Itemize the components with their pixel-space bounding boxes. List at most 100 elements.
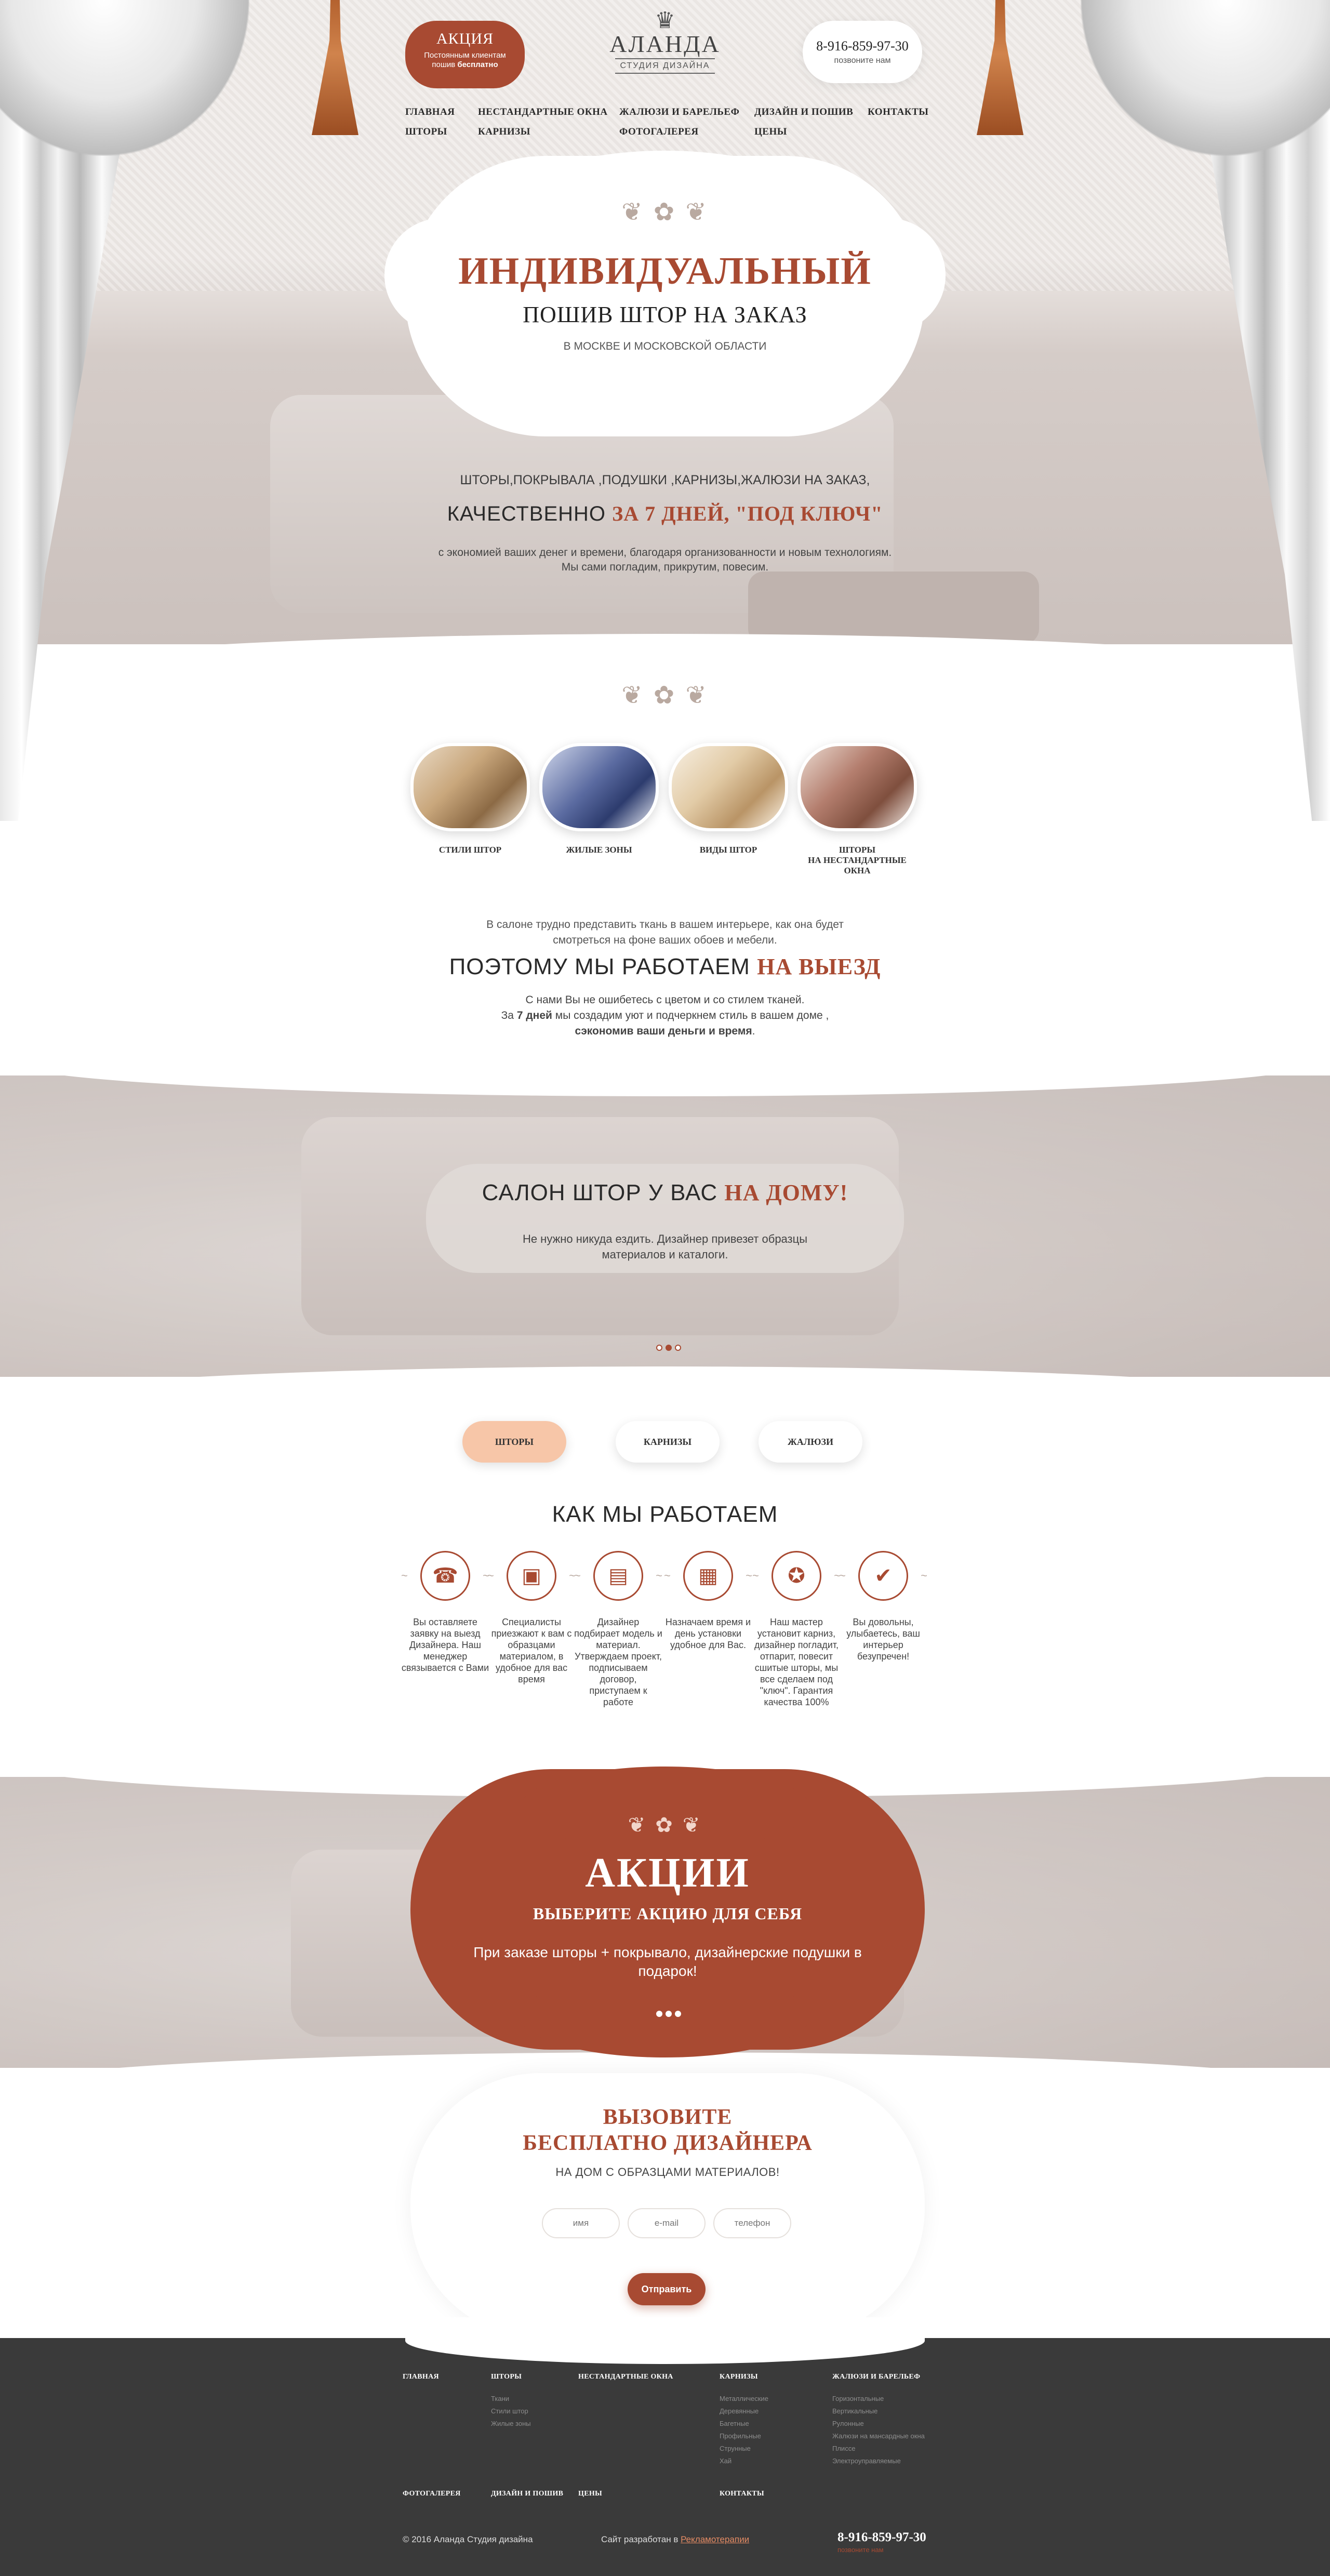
slider-dot[interactable] (656, 2011, 662, 2017)
salon-text-line2: материалов и каталоги. (602, 1248, 728, 1261)
footer-sublink[interactable]: Стили штор (491, 2405, 531, 2418)
footer-link-prices[interactable]: ЦЕНЫ (578, 2490, 602, 2498)
phone-field[interactable] (713, 2208, 791, 2238)
slider-dot-active[interactable] (666, 2011, 672, 2017)
promo-badge[interactable]: АКЦИЯ Постоянным клиентам пошив бесплатн… (405, 21, 525, 88)
footer-sublink[interactable]: Вертикальные (832, 2405, 925, 2418)
promo-badge-line2: пошив (432, 60, 458, 69)
category-curtain-types[interactable]: ВИДЫ ШТОР (666, 743, 791, 855)
intro-heading-accent: НА ВЫЕЗД (757, 954, 881, 979)
slider-dot[interactable] (675, 2011, 681, 2017)
how-step-2: ▣ Специалисты приезжают к вам с образцам… (487, 1551, 576, 1685)
category-label: ВИДЫ ШТОР (699, 845, 757, 855)
intro-text-line2: смотреться на фоне ваших обоев и мебели. (553, 934, 777, 946)
footer-link-blinds[interactable]: ЖАЛЮЗИ И БАРЕЛЬЕФ (832, 2373, 920, 2381)
tab-curtains[interactable]: ШТОРЫ (462, 1421, 566, 1463)
category-nonstandard-windows[interactable]: ШТОРЫ НА НЕСТАНДАРТНЫЕ ОКНА (795, 743, 920, 876)
slider-dot-active[interactable] (666, 1345, 672, 1351)
how-step-5: ✪ Наш мастер установит карниз, дизайнер … (752, 1551, 841, 1708)
intro-paragraph-line2: За 7 дней мы создадим уют и подчеркнем с… (405, 1008, 925, 1024)
footer-sublink[interactable]: Багетные (720, 2418, 768, 2430)
submit-button[interactable]: Отправить (628, 2273, 706, 2305)
footer-sublink[interactable]: Плиссе (832, 2442, 925, 2455)
nav-blinds[interactable]: ЖАЛЮЗИ И БАРЕЛЬЕФ (619, 107, 739, 126)
footer-link-gallery[interactable]: ФОТОГАЛЕРЕЯ (403, 2490, 461, 2498)
nav-col-2: НЕСТАНДАРТНЫЕ ОКНА КАРНИЗЫ (478, 107, 608, 146)
slider-dot[interactable] (675, 1345, 681, 1351)
ornament-icon: ❦ ✿ ❦ (628, 1814, 702, 1837)
logo-subtitle: СТУДИЯ ДИЗАЙНА (615, 58, 715, 74)
tab-blinds[interactable]: ЖАЛЮЗИ (759, 1421, 862, 1463)
footer-link-home[interactable]: ГЛАВНАЯ (403, 2373, 439, 2381)
crown-icon: ♛ (655, 8, 675, 33)
hero-subtitle: ПОШИВ ШТОР НА ЗАКАЗ (523, 302, 807, 327)
footer-sublink[interactable]: Рулонные (832, 2418, 925, 2430)
logo[interactable]: ♛ АЛАНДА СТУДИЯ ДИЗАЙНА (577, 9, 753, 87)
how-step-text: Специалисты приезжают к вам с образцами … (491, 1617, 572, 1684)
promo-cloud-puff (520, 1767, 810, 1850)
intro-heading-prefix: ПОЭТОМУ МЫ РАБОТАЕМ (449, 954, 757, 979)
hero-description-line2: Мы сами погладим, прикрутим, повесим. (561, 561, 769, 573)
nav-design[interactable]: ДИЗАЙН И ПОШИВ (754, 107, 853, 126)
name-field[interactable] (542, 2208, 620, 2238)
hero-products-list: ШТОРЫ,ПОКРЫВАЛА ,ПОДУШКИ ,КАРНИЗЫ,ЖАЛЮЗИ… (460, 473, 870, 487)
nav-prices[interactable]: ЦЕНЫ (754, 126, 853, 146)
footer-sublink[interactable]: Металлические (720, 2393, 768, 2405)
category-living-zones[interactable]: ЖИЛЫЕ ЗОНЫ (537, 743, 661, 855)
nav-nonstandard-windows[interactable]: НЕСТАНДАРТНЫЕ ОКНА (478, 107, 608, 126)
email-field[interactable] (628, 2208, 706, 2238)
intro-paragraph: С нами Вы не ошибетесь с цветом и со сти… (405, 992, 925, 1039)
ornament-icon: ❦ ✿ ❦ (621, 682, 709, 709)
nav-contacts[interactable]: КОНТАКТЫ (868, 107, 928, 126)
salon-slider-dots (656, 1345, 681, 1351)
footer-link-contacts[interactable]: КОНТАКТЫ (720, 2490, 764, 2498)
promo-badge-title: АКЦИЯ (436, 30, 494, 47)
nav-gallery[interactable]: ФОТОГАЛЕРЕЯ (619, 126, 739, 146)
how-step-3: ▤ Дизайнер подбирает модель и материал. … (574, 1551, 662, 1708)
footer-blinds-list: Горизонтальные Вертикальные Рулонные Жал… (832, 2393, 925, 2467)
footer-sublink[interactable]: Ткани (491, 2393, 531, 2405)
footer-sublink[interactable]: Жалюзи на мансардные окна (832, 2430, 925, 2442)
footer-sublink[interactable]: Профильные (720, 2430, 768, 2442)
promo-subtitle: ВЫБЕРИТЕ АКЦИЮ ДЛЯ СЕБЯ (533, 1904, 803, 1923)
tab-cornices[interactable]: КАРНИЗЫ (616, 1421, 720, 1463)
nav-col-3: ЖАЛЮЗИ И БАРЕЛЬЕФ ФОТОГАЛЕРЕЯ (619, 107, 739, 146)
right-valance (1081, 0, 1330, 156)
developer-link[interactable]: Рекламотерапии (681, 2534, 749, 2544)
ornament-icon: ❦ ✿ ❦ (621, 198, 709, 226)
promo-title: АКЦИИ (585, 1850, 750, 1896)
call-title-line2: БЕСПЛАТНО ДИЗАЙНЕРА (523, 2131, 813, 2155)
hero-quality-heading: КАЧЕСТВЕННО ЗА 7 ДНЕЙ, "ПОД КЛЮЧ" (353, 501, 977, 526)
nav-curtains[interactable]: ШТОРЫ (405, 126, 455, 146)
footer-link-design[interactable]: ДИЗАЙН И ПОШИВ (491, 2490, 563, 2498)
category-image (410, 743, 530, 831)
footer-phone-caption: позвоните нам (837, 2546, 884, 2554)
footer-sublink[interactable]: Горизонтальные (832, 2393, 925, 2405)
slider-dot[interactable] (656, 1345, 662, 1351)
footer-sublink[interactable]: Жилые зоны (491, 2418, 531, 2430)
footer-sublink[interactable]: Деревянные (720, 2405, 768, 2418)
salon-heading-accent: НА ДОМУ! (724, 1180, 848, 1205)
phone-icon: ☎ (401, 1551, 489, 1601)
nav-col-4: ДИЗАЙН И ПОШИВ ЦЕНЫ (754, 107, 853, 146)
intro-p3-post: . (752, 1025, 755, 1037)
category-label: СТИЛИ ШТОР (438, 845, 502, 855)
footer-link-curtains[interactable]: ШТОРЫ (491, 2373, 522, 2381)
header-phone[interactable]: 8-916-859-97-30 позвоните нам (803, 21, 922, 83)
footer-sublink[interactable]: Хай (720, 2455, 768, 2467)
how-step-text: Назначаем время и день установки удобное… (665, 1617, 751, 1650)
intro-p2-pre: За (501, 1010, 517, 1021)
nav-col-5: КОНТАКТЫ (868, 107, 928, 126)
salon-text-line1: Не нужно никуда ездить. Дизайнер привезе… (522, 1232, 808, 1245)
footer-sublink[interactable]: Струнные (720, 2442, 768, 2455)
nav-cornices[interactable]: КАРНИЗЫ (478, 126, 608, 146)
footer-phone[interactable]: 8-916-859-97-30 (837, 2530, 926, 2545)
footer-link-nonstandard-windows[interactable]: НЕСТАНДАРТНЫЕ ОКНА (578, 2373, 673, 2381)
footer-link-cornices[interactable]: КАРНИЗЫ (720, 2373, 758, 2381)
intro-text: В салоне трудно представить ткань в ваше… (405, 917, 925, 948)
nav-home[interactable]: ГЛАВНАЯ (405, 107, 455, 126)
how-step-text: Вы оставляете заявку на выезд Дизайнера.… (401, 1617, 489, 1673)
category-curtain-styles[interactable]: СТИЛИ ШТОР (408, 743, 533, 855)
intro-p2-post: мы создадим уют и подчеркнем стиль в ваш… (552, 1010, 829, 1021)
footer-sublink[interactable]: Электроуправляемые (832, 2455, 925, 2467)
